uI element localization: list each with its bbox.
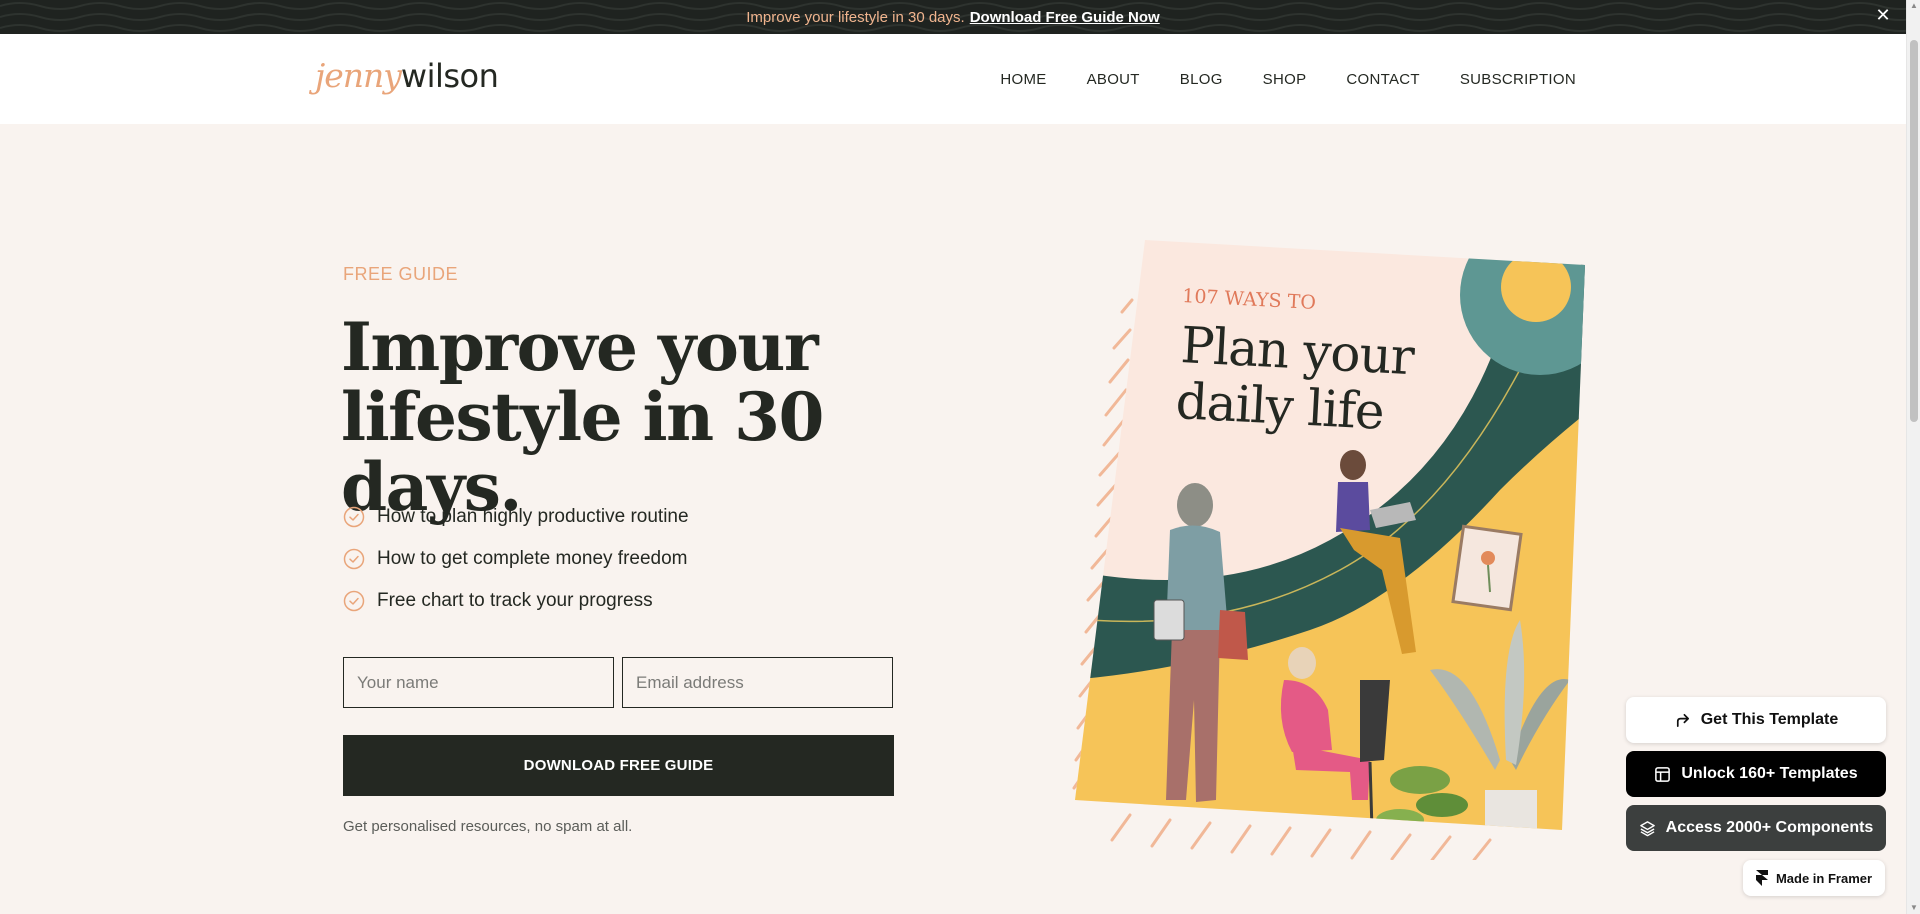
nav-home[interactable]: HOME — [1000, 71, 1046, 88]
unlock-templates-button[interactable]: Unlock 160+ Templates — [1626, 751, 1886, 797]
list-item: How to get complete money freedom — [343, 538, 689, 580]
nav-shop[interactable]: SHOP — [1263, 71, 1307, 88]
get-template-button[interactable]: Get This Template — [1626, 697, 1886, 743]
access-components-label: Access 2000+ Components — [1665, 819, 1874, 836]
hero-title: Improve your lifestyle in 30 days. — [341, 312, 961, 522]
check-circle-icon — [343, 590, 365, 612]
nav-subscription[interactable]: SUBSCRIPTION — [1460, 71, 1576, 88]
made-in-framer-label: Made in Framer — [1775, 870, 1873, 886]
share-arrow-icon — [1676, 713, 1689, 727]
announcement-message: Improve your lifestyle in 30 days. Downl… — [0, 0, 1906, 34]
nav-blog[interactable]: BLOG — [1180, 71, 1223, 88]
scroll-up-arrow-icon[interactable]: ▲ — [1910, 2, 1918, 10]
hero-title-line-1: Improve your — [341, 308, 819, 386]
made-in-framer-badge[interactable]: Made in Framer — [1743, 860, 1885, 896]
check-circle-icon — [343, 506, 365, 528]
download-guide-button[interactable]: DOWNLOAD FREE GUIDE — [343, 735, 894, 796]
list-item: Free chart to track your progress — [343, 580, 689, 622]
scroll-down-arrow-icon[interactable]: ▼ — [1910, 904, 1918, 912]
benefit-text: How to plan highly productive routine — [377, 506, 689, 527]
logo-last-name: wilson — [400, 57, 499, 95]
logo[interactable]: jenny wilson — [315, 56, 499, 102]
site-header: jenny wilson HOME ABOUT BLOG SHOP CONTAC… — [0, 34, 1906, 124]
layout-template-icon — [1655, 766, 1671, 782]
eyebrow-label: FREE GUIDE — [343, 264, 459, 284]
logo-first-name: jenny — [315, 56, 402, 95]
email-input[interactable] — [622, 657, 893, 708]
close-icon[interactable]: ✕ — [1872, 4, 1894, 26]
benefit-text: Free chart to track your progress — [377, 590, 653, 611]
framed-flower-picture-illustration — [1451, 524, 1523, 612]
scrollbar-thumb[interactable] — [1910, 40, 1918, 422]
main-nav: HOME ABOUT BLOG SHOP CONTACT SUBSCRIPTIO… — [1000, 34, 1576, 124]
announcement-text: Improve your lifestyle in 30 days. — [746, 8, 965, 26]
guide-book-cover-image: 107 WAYS TO Plan your daily life — [1072, 240, 1585, 860]
download-guide-link[interactable]: Download Free Guide Now — [970, 9, 1160, 26]
list-item: How to plan highly productive routine — [343, 496, 689, 538]
check-circle-icon — [343, 548, 365, 570]
get-template-label: Get This Template — [1700, 711, 1839, 728]
access-components-button[interactable]: Access 2000+ Components — [1626, 805, 1886, 851]
announcement-bar: Improve your lifestyle in 30 days. Downl… — [0, 0, 1906, 34]
nav-contact[interactable]: CONTACT — [1346, 71, 1419, 88]
name-input[interactable] — [343, 657, 614, 708]
privacy-note: Get personalised resources, no spam at a… — [343, 818, 633, 835]
layers-icon — [1639, 820, 1655, 836]
book-title-line-2: daily life — [1174, 372, 1385, 441]
benefit-list: How to plan highly productive routine Ho… — [343, 496, 689, 622]
framer-logo-icon — [1755, 870, 1768, 886]
unlock-templates-label: Unlock 160+ Templates — [1681, 765, 1858, 782]
nav-about[interactable]: ABOUT — [1087, 71, 1140, 88]
page-scrollbar[interactable]: ▲ ▼ — [1906, 0, 1920, 914]
benefit-text: How to get complete money freedom — [377, 548, 688, 569]
